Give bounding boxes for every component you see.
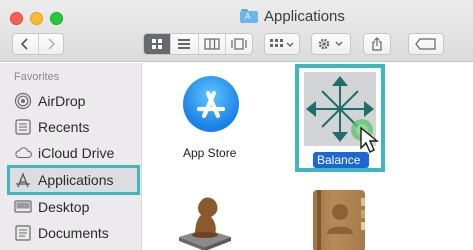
column-view-button[interactable] xyxy=(197,34,225,54)
sidebar-item-label: Recents xyxy=(38,119,90,135)
sidebar-heading: Favorites xyxy=(14,71,60,83)
app-item-label: Balance xyxy=(317,153,361,167)
toolbar: A Applications xyxy=(0,0,473,62)
action-button[interactable] xyxy=(311,33,351,55)
column-view-icon xyxy=(204,38,220,50)
cloud-icon xyxy=(14,144,32,162)
sidebar-item-label: Applications xyxy=(38,172,114,188)
airdrop-icon xyxy=(14,92,32,110)
share-button[interactable] xyxy=(363,33,391,55)
list-view-button[interactable] xyxy=(170,34,197,54)
icon-view-button[interactable] xyxy=(144,34,171,54)
recents-icon xyxy=(14,118,32,136)
tag-icon xyxy=(415,38,436,50)
close-window-button[interactable] xyxy=(10,12,23,25)
minimize-window-button[interactable] xyxy=(30,12,43,25)
applications-icon xyxy=(14,171,32,189)
file-grid: App Store Balance xyxy=(143,63,473,250)
arrange-grid-icon xyxy=(270,39,294,47)
app-item-balance[interactable]: Balance xyxy=(295,64,385,172)
view-mode-control xyxy=(143,33,253,55)
contacts-book-icon xyxy=(317,190,365,250)
desktop-icon xyxy=(14,198,32,216)
sidebar-item-label: iCloud Drive xyxy=(38,145,115,161)
sidebar-item-label: AirDrop xyxy=(38,93,86,109)
gear-icon xyxy=(318,38,343,50)
chess-icon xyxy=(179,197,231,250)
app-item-label: App Store xyxy=(183,146,237,160)
documents-icon xyxy=(14,224,32,242)
window-title: Applications xyxy=(264,7,345,25)
sidebar-item-icloud-drive[interactable]: iCloud Drive xyxy=(14,142,114,164)
sidebar-item-recents[interactable]: Recents xyxy=(14,116,89,138)
sidebar-item-documents[interactable]: Documents xyxy=(14,222,109,244)
window-title-bar: A Applications xyxy=(240,6,345,26)
back-button[interactable] xyxy=(13,34,38,54)
gallery-view-icon xyxy=(231,38,247,50)
finder-window: A Applications Favorites AirDrop Recents… xyxy=(0,0,473,250)
tag-button[interactable] xyxy=(408,33,444,55)
gallery-view-button[interactable] xyxy=(224,34,252,54)
app-item-contacts[interactable] xyxy=(313,190,365,250)
sidebar-item-label: Documents xyxy=(38,225,109,241)
icon-view-icon xyxy=(152,39,163,49)
folder-icon: A xyxy=(240,9,258,23)
mouse-pointer-icon xyxy=(360,126,379,153)
chevron-right-icon xyxy=(48,38,56,50)
list-view-icon xyxy=(178,39,191,49)
app-store-icon xyxy=(183,76,239,132)
sidebar: Favorites AirDrop Recents iCloud Drive A… xyxy=(0,63,142,250)
sidebar-item-desktop[interactable]: Desktop xyxy=(14,196,89,218)
chevron-left-icon xyxy=(21,38,29,50)
share-icon xyxy=(372,37,382,51)
forward-button[interactable] xyxy=(37,34,63,54)
arrange-button[interactable] xyxy=(264,33,300,55)
navigation-buttons xyxy=(12,33,64,55)
app-item-chess[interactable] xyxy=(175,191,235,250)
sidebar-item-applications[interactable]: Applications xyxy=(14,169,114,191)
sidebar-item-airdrop[interactable]: AirDrop xyxy=(14,90,85,112)
zoom-window-button[interactable] xyxy=(50,12,63,25)
sidebar-item-label: Desktop xyxy=(38,199,90,215)
